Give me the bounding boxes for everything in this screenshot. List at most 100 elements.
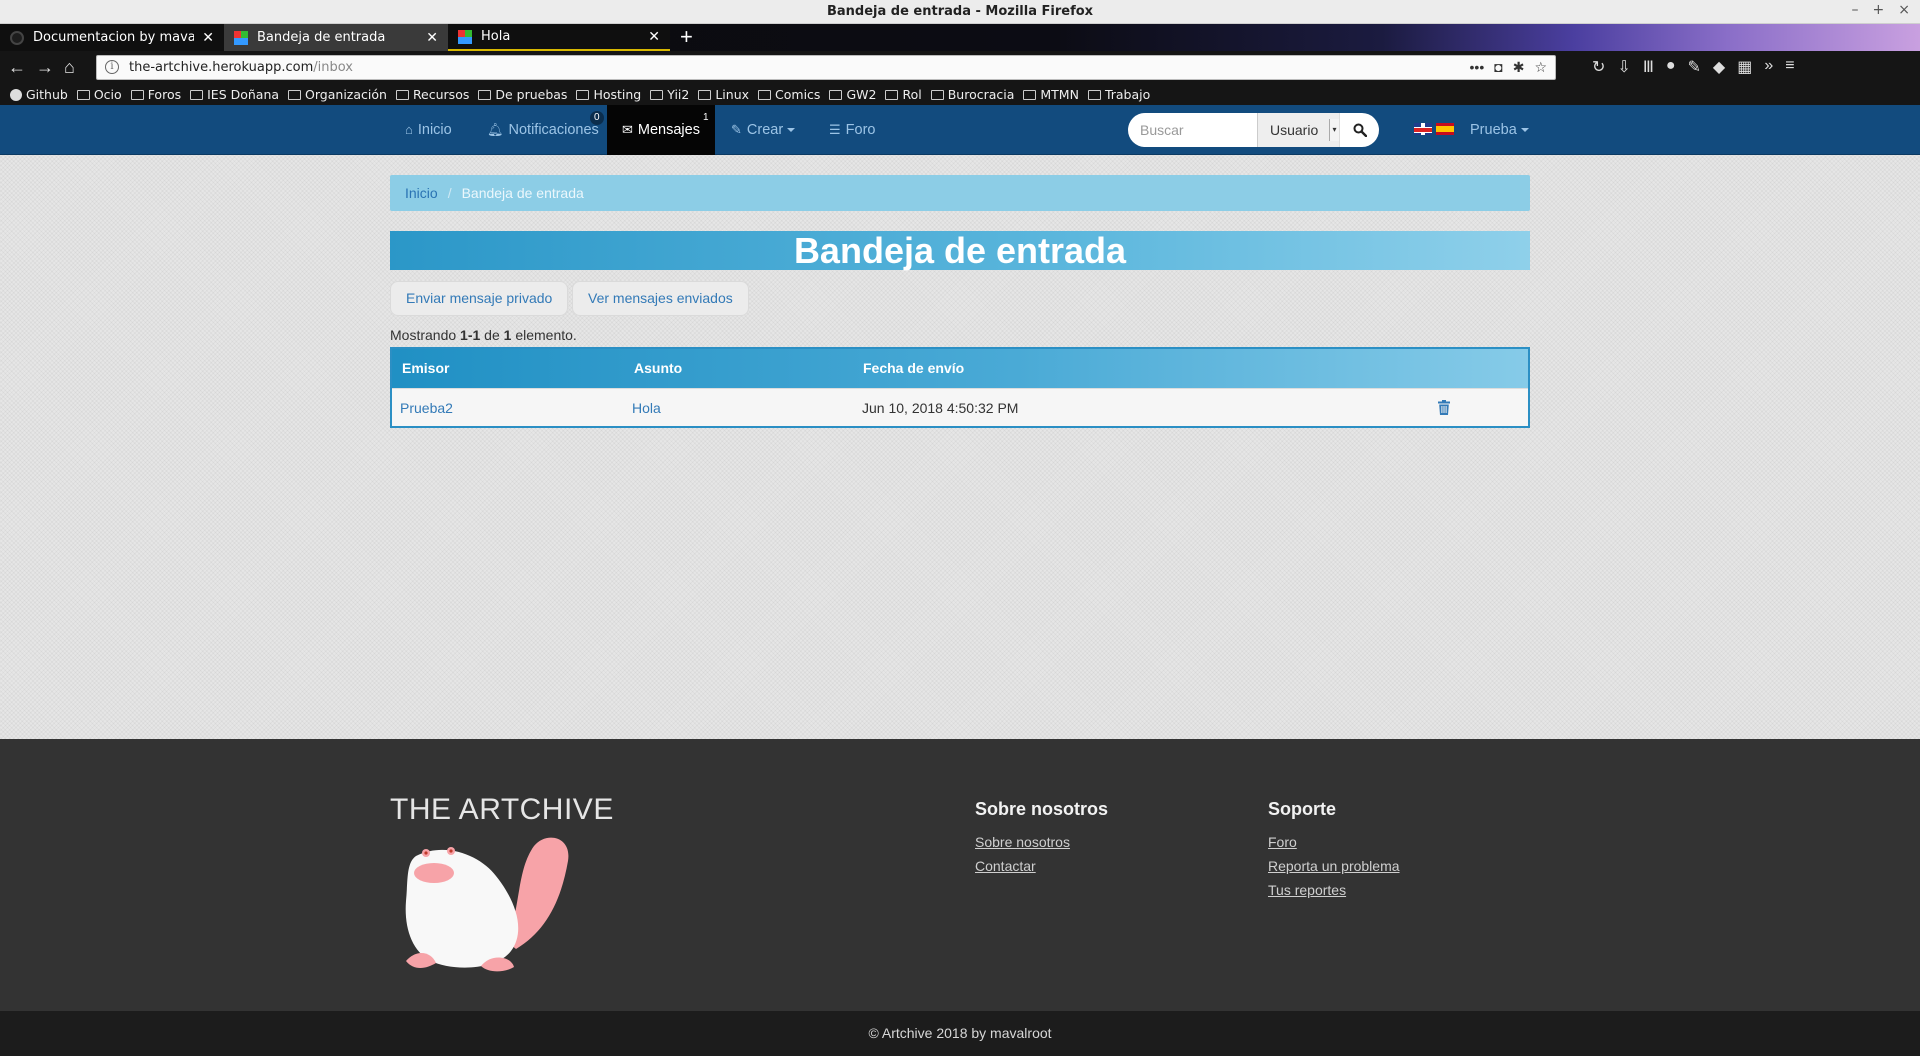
browser-tab[interactable]: Hola ✕ bbox=[448, 24, 670, 51]
close-tab-icon[interactable]: ✕ bbox=[202, 30, 214, 46]
bookmark-folder[interactable]: GW2 bbox=[829, 87, 876, 102]
pocket-icon[interactable]: ◘ bbox=[1494, 59, 1502, 76]
bookmark-folder[interactable]: Rol bbox=[885, 87, 922, 102]
search-type-select[interactable]: Usuario ▾ bbox=[1257, 113, 1339, 147]
sender-link[interactable]: Prueba2 bbox=[400, 389, 453, 427]
footer-link-my-reports[interactable]: Tus reportes bbox=[1268, 878, 1400, 902]
new-tab-icon[interactable]: + bbox=[680, 24, 693, 51]
extension-icon[interactable]: ▦ bbox=[1737, 57, 1752, 77]
back-arrow-icon[interactable]: ← bbox=[8, 55, 26, 79]
table-header: Emisor Asunto Fecha de envío bbox=[392, 349, 1528, 388]
uk-flag-icon[interactable] bbox=[1414, 123, 1432, 135]
folder-icon bbox=[190, 89, 204, 100]
spain-flag-icon[interactable] bbox=[1436, 123, 1454, 135]
bookmark-folder[interactable]: Yii2 bbox=[650, 87, 689, 102]
close-tab-icon[interactable]: ✕ bbox=[648, 29, 660, 45]
library-icon[interactable]: Ⅲ bbox=[1643, 57, 1654, 77]
hamburger-menu-icon[interactable]: ≡ bbox=[1785, 57, 1794, 77]
close-tab-icon[interactable]: ✕ bbox=[426, 30, 438, 46]
bookmark-folder[interactable]: MTMN bbox=[1023, 87, 1079, 102]
bookmark-folder[interactable]: Ocio bbox=[76, 87, 122, 102]
footer-link-contact[interactable]: Contactar bbox=[975, 854, 1108, 878]
footer-support-column: Soporte Foro Reporta un problema Tus rep… bbox=[1268, 799, 1400, 902]
select-arrow-icon: ▾ bbox=[1329, 119, 1339, 141]
home-icon: ⌂ bbox=[405, 122, 413, 137]
tab-label: Hola bbox=[481, 29, 511, 44]
forward-arrow-icon[interactable]: → bbox=[36, 55, 54, 79]
folder-icon bbox=[576, 89, 590, 100]
nav-crear-label: Crear bbox=[746, 122, 784, 138]
bookmark-folder[interactable]: IES Doñana bbox=[190, 87, 279, 102]
column-header-emisor[interactable]: Emisor bbox=[402, 349, 449, 388]
folder-icon bbox=[130, 89, 144, 100]
caret-down-icon bbox=[787, 128, 796, 133]
overflow-menu-icon[interactable]: » bbox=[1764, 57, 1773, 77]
ublock-icon[interactable]: ● bbox=[1666, 57, 1676, 77]
bookmark-folder[interactable]: Linux bbox=[698, 87, 749, 102]
window-controls: – + × bbox=[1852, 2, 1910, 18]
bookmark-folder[interactable]: Foros bbox=[130, 87, 182, 102]
nav-notificaciones[interactable]: 🔔︎ Notificaciones bbox=[487, 105, 599, 155]
folder-icon bbox=[758, 89, 772, 100]
nav-inicio[interactable]: ⌂ Inicio bbox=[405, 105, 452, 155]
bookmark-label: Trabajo bbox=[1104, 87, 1151, 102]
bookmark-label: Burocracia bbox=[947, 87, 1015, 102]
bookmark-folder[interactable]: Hosting bbox=[576, 87, 641, 102]
nav-crear-dropdown[interactable]: ✎ Crear bbox=[731, 105, 796, 155]
toolbar-icons: ↻ ⇩ Ⅲ ● ✎ ◆ ▦ » ≡ bbox=[1592, 57, 1795, 77]
footer-link-forum[interactable]: Foro bbox=[1268, 830, 1400, 854]
bookmarks-bar: Github Ocio Foros IES Doñana Organizació… bbox=[0, 84, 1920, 105]
footer-link-about[interactable]: Sobre nosotros bbox=[975, 830, 1108, 854]
table-row: Prueba2 Hola Jun 10, 2018 4:50:32 PM bbox=[392, 388, 1528, 426]
bookmark-star-icon[interactable]: ☆ bbox=[1534, 59, 1547, 76]
summary-suffix: elemento. bbox=[511, 327, 577, 343]
tab-strip: Documentacion by mavalroot ✕ Bandeja de … bbox=[0, 24, 1920, 51]
column-header-fecha[interactable]: Fecha de envío bbox=[863, 349, 964, 388]
search-input[interactable] bbox=[1128, 113, 1257, 147]
view-sent-messages-button[interactable]: Ver mensajes enviados bbox=[572, 281, 749, 316]
browser-tab[interactable]: Documentacion by mavalroot ✕ bbox=[0, 24, 224, 51]
trash-icon[interactable] bbox=[1438, 400, 1450, 418]
web-page: ⌂ Inicio 🔔︎ Notificaciones 0 ✉ Mensajes 1 ✎… bbox=[0, 105, 1920, 1056]
bookmark-folder[interactable]: Organización bbox=[288, 87, 387, 102]
notifications-count-badge: 0 bbox=[590, 111, 604, 125]
bookmark-folder[interactable]: Burocracia bbox=[930, 87, 1015, 102]
bookmark-folder[interactable]: Comics bbox=[758, 87, 820, 102]
info-icon[interactable]: i bbox=[105, 60, 119, 74]
download-icon[interactable]: ⇩ bbox=[1617, 57, 1630, 77]
nav-foro[interactable]: ☰ Foro bbox=[829, 105, 875, 155]
reload-icon[interactable]: ↻ bbox=[1592, 57, 1605, 77]
footer-link-report-problem[interactable]: Reporta un problema bbox=[1268, 854, 1400, 878]
user-menu-dropdown[interactable]: Prueba bbox=[1470, 105, 1529, 155]
reader-icon[interactable]: ✱ bbox=[1513, 59, 1525, 76]
pencil-icon: ✎ bbox=[731, 122, 742, 137]
bookmark-item[interactable]: Github bbox=[10, 87, 68, 102]
close-window-button[interactable]: × bbox=[1898, 2, 1910, 18]
browser-tab-active[interactable]: Bandeja de entrada ✕ bbox=[224, 24, 448, 51]
bookmark-folder[interactable]: Trabajo bbox=[1087, 87, 1151, 102]
column-header-asunto[interactable]: Asunto bbox=[634, 349, 682, 388]
folder-icon bbox=[829, 89, 843, 100]
subject-link[interactable]: Hola bbox=[632, 389, 661, 427]
breadcrumb-home-link[interactable]: Inicio bbox=[405, 185, 438, 201]
footer-about-heading: Sobre nosotros bbox=[975, 799, 1109, 819]
github-icon bbox=[10, 88, 22, 101]
nav-mensajes[interactable]: ✉ Mensajes bbox=[607, 105, 715, 155]
bookmark-label: Foros bbox=[147, 87, 182, 102]
maximize-button[interactable]: + bbox=[1873, 2, 1885, 18]
extension-icon[interactable]: ◆ bbox=[1713, 57, 1725, 77]
footer-support-heading: Soporte bbox=[1268, 799, 1337, 819]
page-actions-icon[interactable]: ••• bbox=[1470, 59, 1485, 76]
bookmark-folder[interactable]: Recursos bbox=[395, 87, 469, 102]
send-private-message-button[interactable]: Enviar mensaje privado bbox=[390, 281, 569, 316]
home-icon[interactable]: ⌂ bbox=[64, 55, 75, 79]
minimize-button[interactable]: – bbox=[1852, 2, 1859, 18]
site-favicon-icon bbox=[458, 29, 472, 44]
bookmark-label: Comics bbox=[775, 87, 821, 102]
address-bar[interactable]: i the-artchive.herokuapp.com/inbox ••• ◘… bbox=[96, 55, 1556, 80]
language-selector bbox=[1414, 123, 1454, 135]
extension-icon[interactable]: ✎ bbox=[1688, 57, 1701, 77]
search-button[interactable] bbox=[1339, 113, 1379, 147]
bookmark-folder[interactable]: De pruebas bbox=[478, 87, 567, 102]
url-text[interactable]: the-artchive.herokuapp.com/inbox bbox=[129, 60, 353, 75]
